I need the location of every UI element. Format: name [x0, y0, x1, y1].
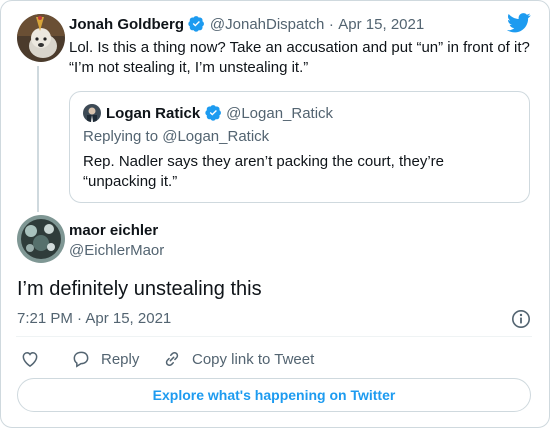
avatar-logan-ratick — [83, 104, 101, 122]
verified-badge-icon — [204, 105, 221, 121]
parent-tweet-text: Lol. Is this a thing now? Take an accusa… — [69, 38, 539, 78]
verified-badge-icon — [188, 16, 205, 32]
info-icon[interactable] — [511, 309, 531, 334]
quoted-handle: @Logan_Ratick — [226, 105, 334, 122]
replying-to-label: Replying to @Logan_Ratick — [83, 128, 270, 145]
quoted-tweet-header: Logan Ratick @Logan_Ratick — [106, 104, 333, 123]
tweet-timestamp[interactable]: 7:21 PM · Apr 15, 2021 — [17, 310, 171, 327]
link-icon — [165, 351, 179, 367]
reply-label: Reply — [101, 350, 140, 368]
main-handle[interactable]: @EichlerMaor — [69, 242, 164, 259]
parent-text-line-1: Lol. Is this a thing now? Take an accusa… — [69, 39, 530, 56]
separator-dot: · — [328, 16, 334, 33]
quoted-tweet-text: Rep. Nadler says they aren’t packing the… — [83, 152, 523, 192]
heart-icon — [22, 351, 38, 367]
reply-bubble-icon — [73, 351, 89, 368]
parent-author-name[interactable]: Jonah Goldberg — [69, 16, 184, 33]
explore-twitter-button[interactable]: Explore what's happening on Twitter — [17, 378, 531, 412]
divider — [16, 336, 532, 337]
quoted-author-name: Logan Ratick — [106, 105, 201, 122]
reply-button[interactable]: Reply — [71, 349, 139, 369]
like-button[interactable] — [20, 349, 40, 374]
avatar-jonah-goldberg[interactable] — [17, 14, 65, 62]
copy-link-button[interactable]: Copy link to Tweet — [162, 349, 314, 369]
copy-link-label: Copy link to Tweet — [192, 350, 315, 368]
quoted-text-line-2: “unpacking it.” — [83, 173, 178, 190]
parent-date[interactable]: Apr 15, 2021 — [338, 16, 424, 33]
twitter-bird-icon[interactable] — [507, 13, 531, 38]
parent-text-line-2: “I’m not stealing it, I’m unstealing it.… — [69, 59, 309, 76]
parent-tweet-header: Jonah Goldberg @JonahDispatch · Apr 15, … — [69, 15, 424, 34]
parent-handle[interactable]: @JonahDispatch — [210, 16, 324, 33]
thread-connector-line — [37, 66, 39, 212]
main-tweet-text: I’m definitely unstealing this — [17, 278, 262, 300]
main-author-name[interactable]: maor eichler — [69, 222, 158, 239]
quoted-text-line-1: Rep. Nadler says they aren’t packing the… — [83, 153, 445, 170]
avatar-maor-eichler[interactable] — [17, 215, 65, 263]
